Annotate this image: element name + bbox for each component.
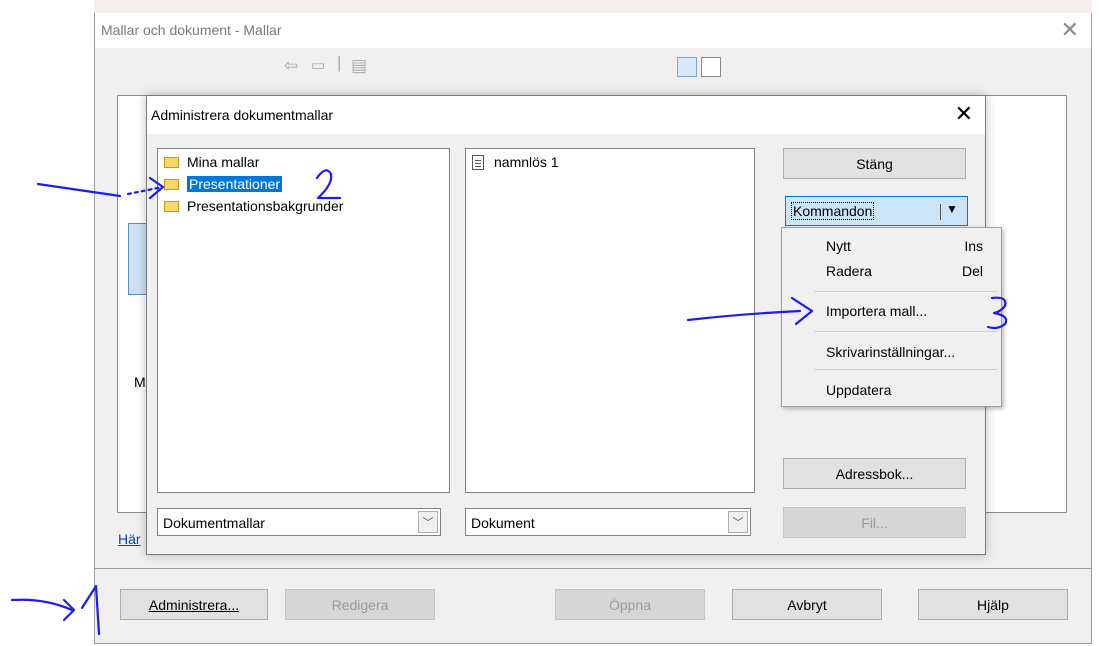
adressbok-button[interactable]: Adressbok...	[783, 458, 966, 489]
menu-item-label: Uppdatera	[826, 382, 892, 398]
folder-up-icon[interactable]: ▭	[311, 56, 325, 74]
dialog-title: Administrera dokumentmallar	[151, 107, 334, 123]
hjalp-label: Hjälp	[977, 596, 1009, 613]
list-item[interactable]: Presentationsbakgrunder	[164, 197, 343, 215]
kommandon-label: Kommandon	[790, 202, 875, 220]
menu-item-shortcut: Del	[961, 263, 983, 279]
list-view-icon[interactable]	[677, 57, 697, 77]
menu-item-label: Nytt	[826, 238, 851, 254]
menu-item-radera[interactable]: Radera Del	[782, 259, 1001, 285]
template-category-list[interactable]: Mina mallar Presentationer Presentations…	[157, 148, 450, 493]
avbryt-label: Avbryt	[787, 596, 827, 613]
outer-separator	[95, 568, 1091, 569]
stang-button[interactable]: Stäng	[783, 148, 966, 179]
menu-item-nytt[interactable]: Nytt Ins	[782, 234, 1001, 260]
dropdown-arrow-icon[interactable]: ▼	[946, 202, 958, 216]
menu-item-importera[interactable]: Importera mall...	[782, 299, 1001, 325]
back-arrow-icon[interactable]: ⇦	[284, 56, 298, 76]
menu-separator	[814, 331, 997, 332]
stang-label: Stäng	[856, 155, 893, 172]
background-strip	[94, 0, 1092, 13]
list-item[interactable]: Mina mallar	[164, 153, 259, 171]
toolbar-separator: |	[337, 53, 342, 72]
list-item-label: Mina mallar	[187, 154, 260, 170]
preview-view-icon[interactable]	[701, 57, 721, 77]
document-icon	[472, 154, 484, 170]
kommandon-menu: Nytt Ins Radera Del Importera mall... Sk…	[781, 227, 1002, 407]
chevron-down-icon[interactable]: ﹀	[728, 511, 748, 533]
kommandon-button[interactable]: Kommandon ▼	[785, 196, 968, 226]
avbryt-button[interactable]: Avbryt	[732, 589, 882, 620]
list-item-label: namnlös 1	[494, 154, 559, 170]
outer-help-link[interactable]: Här	[118, 531, 141, 547]
folder-icon	[164, 178, 179, 190]
dialog-titlebar: Administrera dokumentmallar ✕	[147, 96, 985, 134]
menu-item-uppdatera[interactable]: Uppdatera	[782, 378, 1001, 404]
annotation-arrow-3	[10, 598, 74, 612]
menu-item-label: Importera mall...	[826, 303, 928, 319]
outer-titlebar: Mallar och dokument - Mallar ✕	[95, 13, 1091, 48]
fil-label: Fil...	[861, 514, 888, 531]
list-item-label: Presentationer	[187, 176, 283, 192]
administrera-button[interactable]: Administrera...	[120, 589, 268, 620]
list-item[interactable]: namnlös 1	[472, 153, 559, 171]
outer-partial-text: M	[134, 374, 146, 390]
list-item[interactable]: Presentationer	[164, 175, 283, 193]
menu-separator	[814, 369, 997, 370]
fil-button[interactable]: Fil...	[783, 507, 966, 538]
hjalp-button[interactable]: Hjälp	[918, 589, 1068, 620]
redigera-button[interactable]: Redigera	[285, 589, 435, 620]
administrera-label: Administrera...	[148, 596, 240, 613]
kommandon-divider	[940, 204, 941, 220]
outer-close-icon[interactable]: ✕	[1061, 17, 1079, 43]
outer-selected-item	[128, 223, 148, 295]
left-combo-value: Dokumentmallar	[163, 515, 265, 531]
dialog-close-icon[interactable]: ✕	[955, 101, 973, 127]
left-source-combo[interactable]: Dokumentmallar ﹀	[157, 508, 441, 536]
redigera-label: Redigera	[331, 596, 389, 613]
print-icon[interactable]: ▤	[351, 56, 367, 76]
menu-item-label: Radera	[826, 263, 872, 279]
oppna-label: Öppna	[608, 596, 652, 613]
folder-icon	[164, 156, 179, 168]
chevron-down-icon[interactable]: ﹀	[418, 511, 438, 533]
oppna-button[interactable]: Öppna	[555, 589, 705, 620]
right-combo-value: Dokument	[471, 515, 535, 531]
menu-item-shortcut: Ins	[964, 238, 983, 254]
menu-item-skrivarinstallningar[interactable]: Skrivarinställningar...	[782, 340, 1001, 366]
annotation-arrowhead-3	[62, 598, 76, 622]
document-list[interactable]: namnlös 1	[465, 148, 755, 493]
folder-icon	[164, 200, 179, 212]
outer-window-title: Mallar och dokument - Mallar	[101, 22, 282, 38]
right-source-combo[interactable]: Dokument ﹀	[465, 508, 751, 536]
menu-separator	[814, 291, 997, 292]
menu-item-label: Skrivarinställningar...	[826, 344, 956, 360]
adressbok-label: Adressbok...	[835, 465, 914, 482]
list-item-label: Presentationsbakgrunder	[187, 198, 344, 214]
